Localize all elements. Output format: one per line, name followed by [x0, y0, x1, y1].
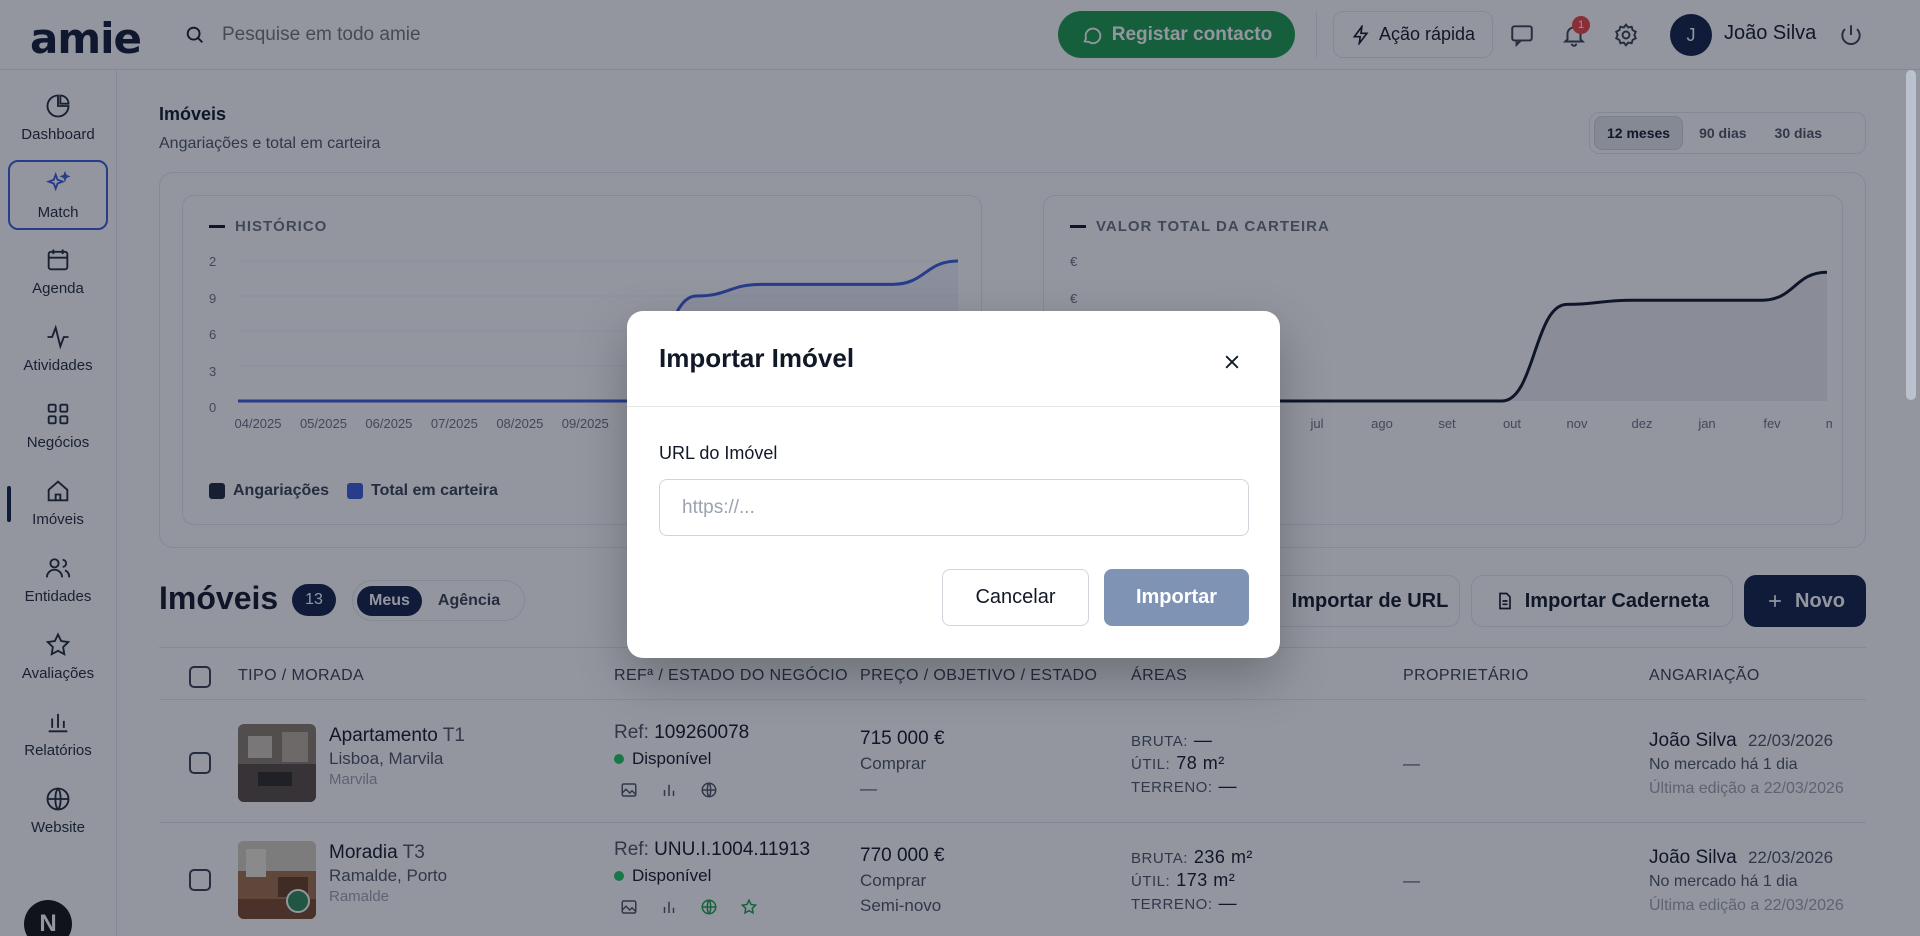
url-field-label: URL do Imóvel: [659, 443, 778, 463]
property-url-input[interactable]: [659, 479, 1249, 536]
close-icon[interactable]: [1217, 347, 1247, 377]
app-page: amie Registar contacto Ação rápida 1 J J…: [0, 0, 1920, 936]
import-button[interactable]: Importar: [1104, 569, 1249, 626]
import-property-dialog: Importar Imóvel URL do Imóvel Cancelar I…: [627, 311, 1280, 658]
cancel-button[interactable]: Cancelar: [942, 569, 1089, 626]
divider: [627, 406, 1280, 407]
dialog-title: Importar Imóvel: [659, 343, 855, 373]
scrollbar[interactable]: [1906, 70, 1916, 400]
